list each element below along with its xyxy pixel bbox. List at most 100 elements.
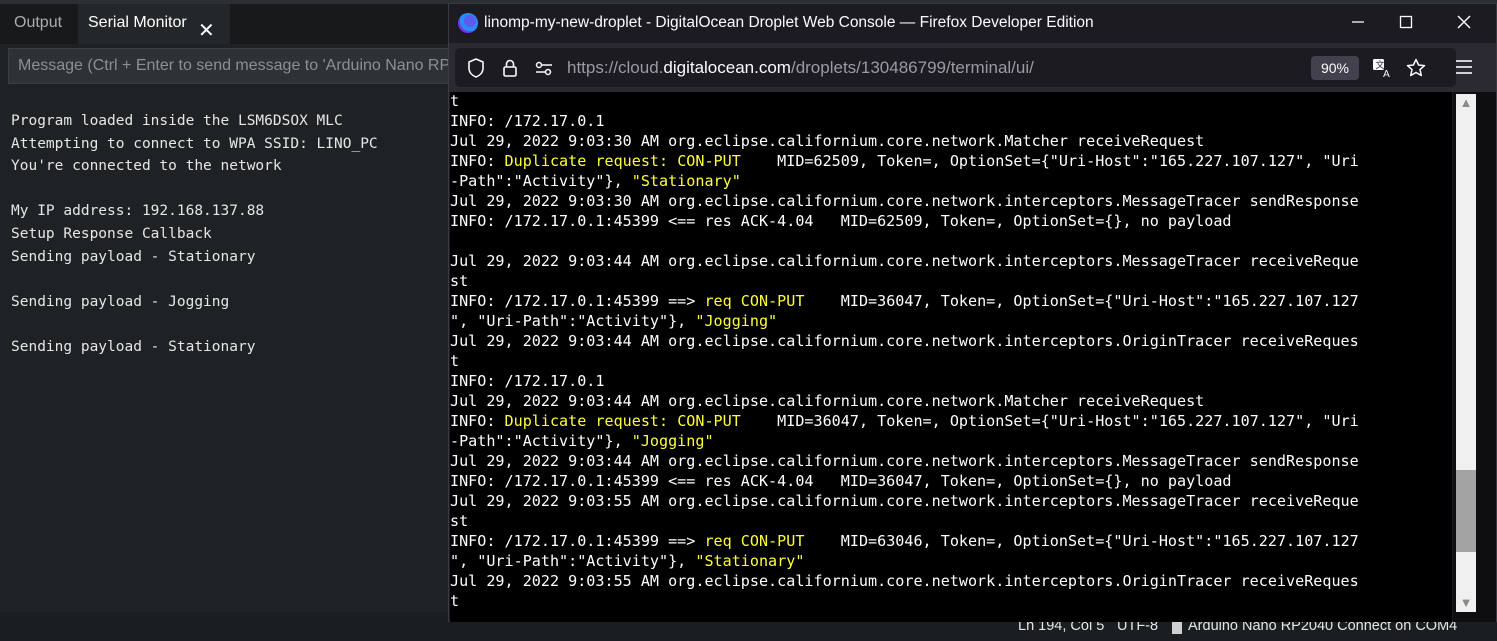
terminal-line: Jul 29, 2022 9:03:30 AM org.eclipse.cali… <box>450 191 1359 211</box>
zoom-level-button[interactable]: 90% <box>1311 56 1359 80</box>
terminal-highlight: "Jogging" <box>631 432 714 450</box>
tab-serial-monitor[interactable]: Serial Monitor ✕ <box>78 4 230 44</box>
terminal-line: st <box>450 271 1359 291</box>
terminal-text: ", "Uri-Path":"Activity"}, <box>450 552 696 570</box>
terminal-text: Jul 29, 2022 9:03:30 AM org.eclipse.cali… <box>450 132 1205 150</box>
terminal-text: MID=63046, Token=, OptionSet={"Uri-Host"… <box>804 532 1359 550</box>
terminal-line: t <box>450 591 1359 611</box>
terminal-line: Jul 29, 2022 9:03:44 AM org.eclipse.cali… <box>450 391 1359 411</box>
terminal-line: Jul 29, 2022 9:03:30 AM org.eclipse.cali… <box>450 131 1359 151</box>
terminal-line: INFO: /172.17.0.1:45399 ==> req CON-PUT … <box>450 291 1359 311</box>
terminal-text: Jul 29, 2022 9:03:44 AM org.eclipse.cali… <box>450 332 1359 350</box>
terminal-text: MID=36047, Token=, OptionSet={"Uri-Host"… <box>740 412 1359 430</box>
terminal-line: INFO: /172.17.0.1 <box>450 371 1359 391</box>
terminal-text: Jul 29, 2022 9:03:55 AM org.eclipse.cali… <box>450 492 1359 510</box>
scroll-down-arrow-icon[interactable]: ▼ <box>1456 594 1476 612</box>
terminal-line: INFO: /172.17.0.1:45399 <== res ACK-4.04… <box>450 471 1359 491</box>
terminal-scrollbar[interactable]: ▲ ▼ <box>1453 92 1496 622</box>
terminal-text: t <box>450 592 460 610</box>
terminal-line: INFO: /172.17.0.1:45399 ==> req CON-PUT … <box>450 531 1359 551</box>
window-close-button[interactable] <box>1441 6 1487 40</box>
serial-monitor-output: Program loaded inside the LSM6DSOX MLC At… <box>11 110 447 359</box>
star-icon[interactable] <box>1405 57 1427 79</box>
window-title: linomp-my-new-droplet - DigitalOcean Dro… <box>484 14 1094 31</box>
terminal-highlight: req CON-PUT <box>704 292 805 310</box>
terminal-text: INFO: /172.17.0.1:45399 ==> <box>450 292 705 310</box>
permissions-icon[interactable] <box>533 57 555 79</box>
terminal-text: MID=36047, Token=, OptionSet={"Uri-Host"… <box>804 292 1359 310</box>
navigation-toolbar: https://cloud.digitalocean.com/droplets/… <box>449 43 1496 92</box>
shield-icon[interactable] <box>465 57 487 79</box>
maximize-icon <box>1399 15 1413 29</box>
terminal-highlight: "Jogging" <box>695 312 778 330</box>
serial-line <box>11 178 447 201</box>
maximize-button[interactable] <box>1383 6 1429 40</box>
terminal-text: -Path":"Activity"}, <box>450 172 632 190</box>
serial-line: Program loaded inside the LSM6DSOX MLC <box>11 113 343 129</box>
terminal-highlight: req CON-PUT <box>704 532 805 550</box>
close-icon[interactable]: ✕ <box>198 12 215 50</box>
terminal-text: -Path":"Activity"}, <box>450 432 632 450</box>
terminal-output: t INFO: /172.17.0.1 Jul 29, 2022 9:03:30 A… <box>450 92 1359 611</box>
terminal-text: Jul 29, 2022 9:03:55 AM org.eclipse.cali… <box>450 572 1359 590</box>
terminal-line: INFO: Duplicate request: CON-PUT MID=625… <box>450 151 1359 171</box>
terminal-text: t <box>450 352 460 370</box>
terminal-line: -Path":"Activity"}, "Jogging" <box>450 431 1359 451</box>
window-titlebar[interactable]: linomp-my-new-droplet - DigitalOcean Dro… <box>449 4 1496 43</box>
minimize-icon <box>1352 21 1364 23</box>
tab-serial-monitor-label: Serial Monitor <box>88 14 187 31</box>
url-text[interactable]: https://cloud.digitalocean.com/droplets/… <box>567 58 1034 78</box>
terminal-line: Jul 29, 2022 9:03:44 AM org.eclipse.cali… <box>450 331 1359 351</box>
terminal-line: Jul 29, 2022 9:03:55 AM org.eclipse.cali… <box>450 491 1359 511</box>
scrollbar-thumb[interactable] <box>1456 470 1476 552</box>
serial-line: My IP address: 192.168.137.88 <box>11 203 265 220</box>
firefox-window: linomp-my-new-droplet - DigitalOcean Dro… <box>448 3 1497 622</box>
serial-message-box <box>8 48 450 84</box>
terminal-text: Jul 29, 2022 9:03:44 AM org.eclipse.cali… <box>450 392 1205 410</box>
terminal-text: INFO: /172.17.0.1:45399 <== res ACK-4.04… <box>450 212 1232 230</box>
url-domain: digitalocean.com <box>663 58 791 77</box>
terminal-line: st <box>450 511 1359 531</box>
terminal-line: t <box>450 92 1359 111</box>
terminal-highlight: "Stationary" <box>631 172 741 190</box>
terminal-line: INFO: Duplicate request: CON-PUT MID=360… <box>450 411 1359 431</box>
terminal-text: Jul 29, 2022 9:03:44 AM org.eclipse.cali… <box>450 252 1359 270</box>
serial-message-input[interactable] <box>9 49 449 83</box>
terminal-line: Jul 29, 2022 9:03:44 AM org.eclipse.cali… <box>450 251 1359 271</box>
serial-line: You're connected to the network <box>11 158 282 175</box>
serial-line: Sending payload - Stationary <box>11 248 256 265</box>
terminal-line: ", "Uri-Path":"Activity"}, "Stationary" <box>450 551 1359 571</box>
menu-icon[interactable] <box>1453 56 1475 78</box>
terminal-line: INFO: /172.17.0.1:45399 <== res ACK-4.04… <box>450 211 1359 231</box>
terminal-line: Jul 29, 2022 9:03:44 AM org.eclipse.cali… <box>450 451 1359 471</box>
terminal-highlight: Duplicate request: CON-PUT <box>504 412 741 430</box>
lock-icon[interactable] <box>499 57 521 79</box>
terminal-text: Jul 29, 2022 9:03:44 AM org.eclipse.cali… <box>450 452 1359 470</box>
close-icon <box>1457 15 1471 29</box>
serial-line: Sending payload - Jogging <box>11 293 230 310</box>
droplet-terminal[interactable]: t INFO: /172.17.0.1 Jul 29, 2022 9:03:30 A… <box>450 92 1452 622</box>
terminal-line: INFO: /172.17.0.1 <box>450 111 1359 131</box>
firefox-logo-icon <box>458 13 478 33</box>
url-bar[interactable]: https://cloud.digitalocean.com/droplets/… <box>455 48 1456 87</box>
terminal-highlight: "Stationary" <box>695 552 805 570</box>
translate-icon[interactable]: 文 A <box>1371 57 1393 79</box>
minimize-button[interactable] <box>1335 6 1381 40</box>
serial-line <box>11 268 447 291</box>
svg-text:A: A <box>1383 69 1390 79</box>
url-prefix: https://cloud. <box>567 58 664 77</box>
terminal-text: INFO: /172.17.0.1:45399 ==> <box>450 532 705 550</box>
tab-output[interactable]: Output <box>0 4 76 44</box>
scroll-up-arrow-icon[interactable]: ▲ <box>1456 94 1476 112</box>
terminal-line: t <box>450 351 1359 371</box>
terminal-text: INFO: <box>450 152 505 170</box>
terminal-highlight: Duplicate request: CON-PUT <box>504 152 741 170</box>
serial-line: Attempting to connect to WPA SSID: LINO_… <box>11 135 378 152</box>
terminal-text: INFO: <box>450 412 505 430</box>
terminal-text: INFO: /172.17.0.1 <box>450 112 605 130</box>
bottom-panel-tabs: Output Serial Monitor ✕ <box>0 4 448 44</box>
terminal-text: INFO: /172.17.0.1:45399 <== res ACK-4.04… <box>450 472 1232 490</box>
terminal-text: t <box>450 92 460 110</box>
serial-line: Sending payload - Stationary <box>11 338 256 355</box>
